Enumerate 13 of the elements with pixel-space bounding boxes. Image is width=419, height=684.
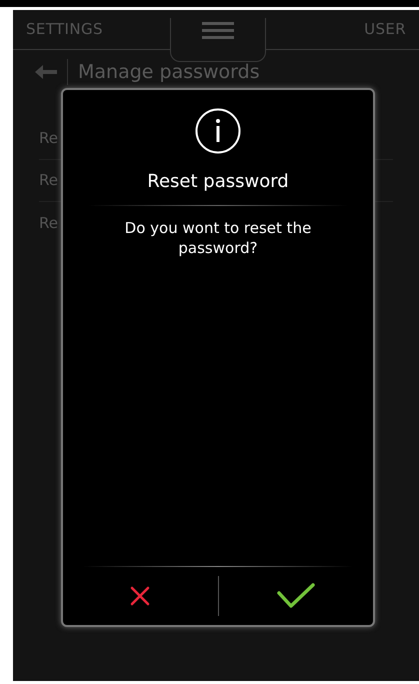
list-item[interactable]: Re [39,169,58,192]
dialog-message: Do you wont to reset the password? [124,218,312,258]
back-arrow-icon[interactable] [35,65,57,79]
user-label: USER [364,19,406,40]
check-icon [276,583,315,609]
header-title: SETTINGS [26,19,103,40]
info-icon [195,108,241,154]
list-item[interactable]: Re [39,127,58,150]
dialog-title: Reset password [146,170,290,194]
menu-icon[interactable] [202,22,234,40]
page-title: Manage passwords [78,60,260,84]
list-item[interactable]: Re [39,212,58,234]
close-icon [130,586,150,606]
